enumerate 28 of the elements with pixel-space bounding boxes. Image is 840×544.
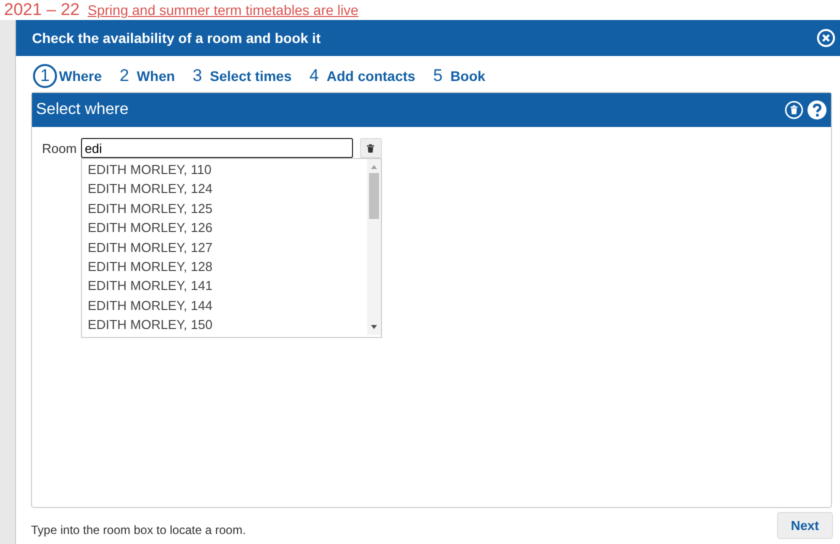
notice-link[interactable]: Spring and summer term timetables are live: [88, 0, 358, 20]
suggestion-item[interactable]: EDITH MORLEY, 128: [82, 256, 367, 276]
trash-icon[interactable]: [784, 100, 804, 120]
step-tab[interactable]: 3 Select times: [190, 66, 292, 86]
step-tab[interactable]: 2 When: [118, 66, 175, 86]
suggestion-item[interactable]: EDITH MORLEY, 110: [82, 160, 367, 180]
room-field[interactable]: edi: [80, 138, 353, 158]
page-heading: 2021 – 22: [4, 0, 80, 20]
suggestion-item[interactable]: EDITH MORLEY, 125: [82, 198, 367, 218]
suggestion-item[interactable]: EDITH MORLEY, 127: [82, 238, 367, 257]
close-icon[interactable]: [816, 28, 836, 48]
step-tab[interactable]: 5 Book: [431, 66, 486, 86]
suggestion-item[interactable]: EDITH MORLEY, 141: [82, 276, 367, 296]
status-text: Type into the room box to locate a room.: [31, 522, 246, 536]
suggestion-item[interactable]: EDITH MORLEY, 150: [82, 315, 367, 335]
step-tab[interactable]: 4 Add contacts: [308, 66, 416, 86]
suggestion-item[interactable]: EDITH MORLEY, 124: [82, 179, 367, 199]
help-icon[interactable]: [807, 100, 827, 120]
next-button[interactable]: Next: [776, 512, 833, 539]
field-label: Room: [42, 141, 77, 156]
scrollbar[interactable]: [366, 159, 381, 335]
panel-title: Select where: [36, 101, 128, 119]
suggestion-item[interactable]: EDITH MORLEY, 126: [82, 218, 367, 238]
window-title: Check the availability of a room and book it: [32, 30, 321, 46]
trash-icon: [366, 144, 376, 152]
suggestion-item[interactable]: EDITH MORLEY, 144: [82, 296, 367, 316]
clear-button[interactable]: [360, 138, 382, 158]
step-tab[interactable]: 1 Where: [33, 64, 102, 88]
